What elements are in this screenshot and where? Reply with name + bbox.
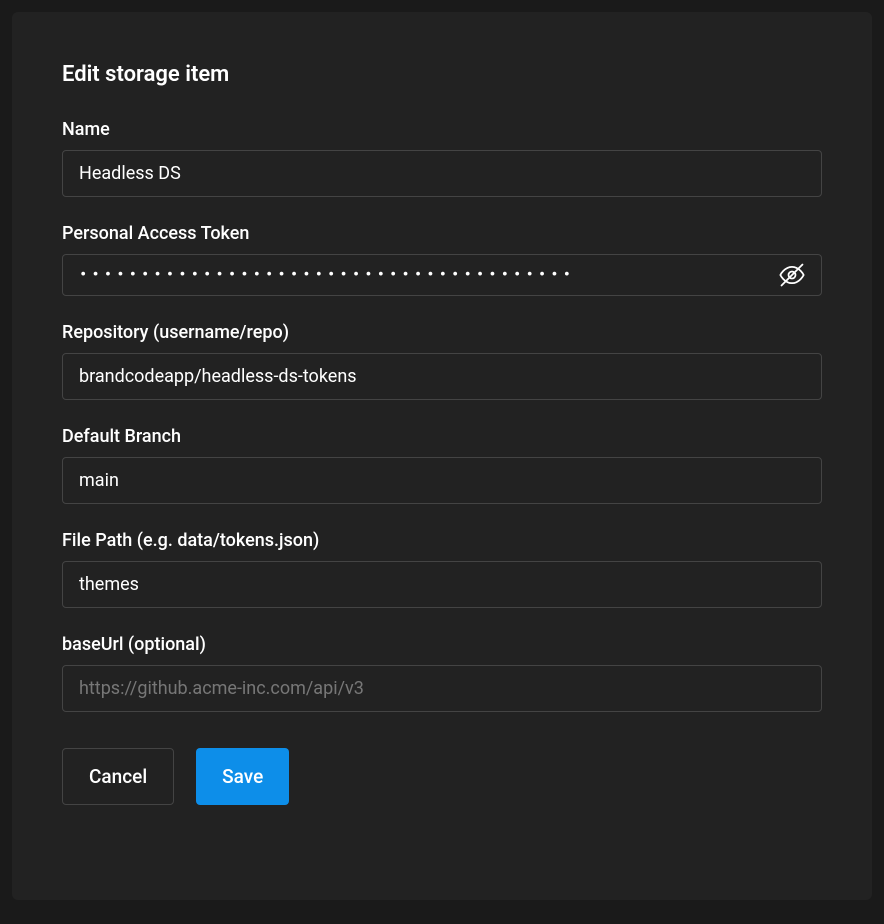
baseurl-input[interactable] bbox=[62, 665, 822, 712]
dialog-title: Edit storage item bbox=[62, 62, 822, 87]
baseurl-label: baseUrl (optional) bbox=[62, 634, 822, 655]
filepath-group: File Path (e.g. data/tokens.json) bbox=[62, 530, 822, 608]
toggle-visibility-button[interactable] bbox=[774, 257, 810, 293]
branch-input[interactable] bbox=[62, 457, 822, 504]
name-input[interactable] bbox=[62, 150, 822, 197]
save-button[interactable]: Save bbox=[196, 748, 289, 805]
token-input[interactable] bbox=[62, 254, 822, 296]
repository-label: Repository (username/repo) bbox=[62, 322, 822, 343]
token-input-wrapper bbox=[62, 254, 822, 296]
button-row: Cancel Save bbox=[62, 748, 822, 805]
filepath-input[interactable] bbox=[62, 561, 822, 608]
repository-input[interactable] bbox=[62, 353, 822, 400]
repository-group: Repository (username/repo) bbox=[62, 322, 822, 400]
filepath-label: File Path (e.g. data/tokens.json) bbox=[62, 530, 822, 551]
token-group: Personal Access Token bbox=[62, 223, 822, 296]
eye-off-icon bbox=[778, 261, 806, 289]
token-label: Personal Access Token bbox=[62, 223, 822, 244]
name-label: Name bbox=[62, 119, 822, 140]
edit-storage-dialog: Edit storage item Name Personal Access T… bbox=[12, 12, 872, 900]
branch-label: Default Branch bbox=[62, 426, 822, 447]
branch-group: Default Branch bbox=[62, 426, 822, 504]
name-group: Name bbox=[62, 119, 822, 197]
cancel-button[interactable]: Cancel bbox=[62, 748, 174, 805]
baseurl-group: baseUrl (optional) bbox=[62, 634, 822, 712]
